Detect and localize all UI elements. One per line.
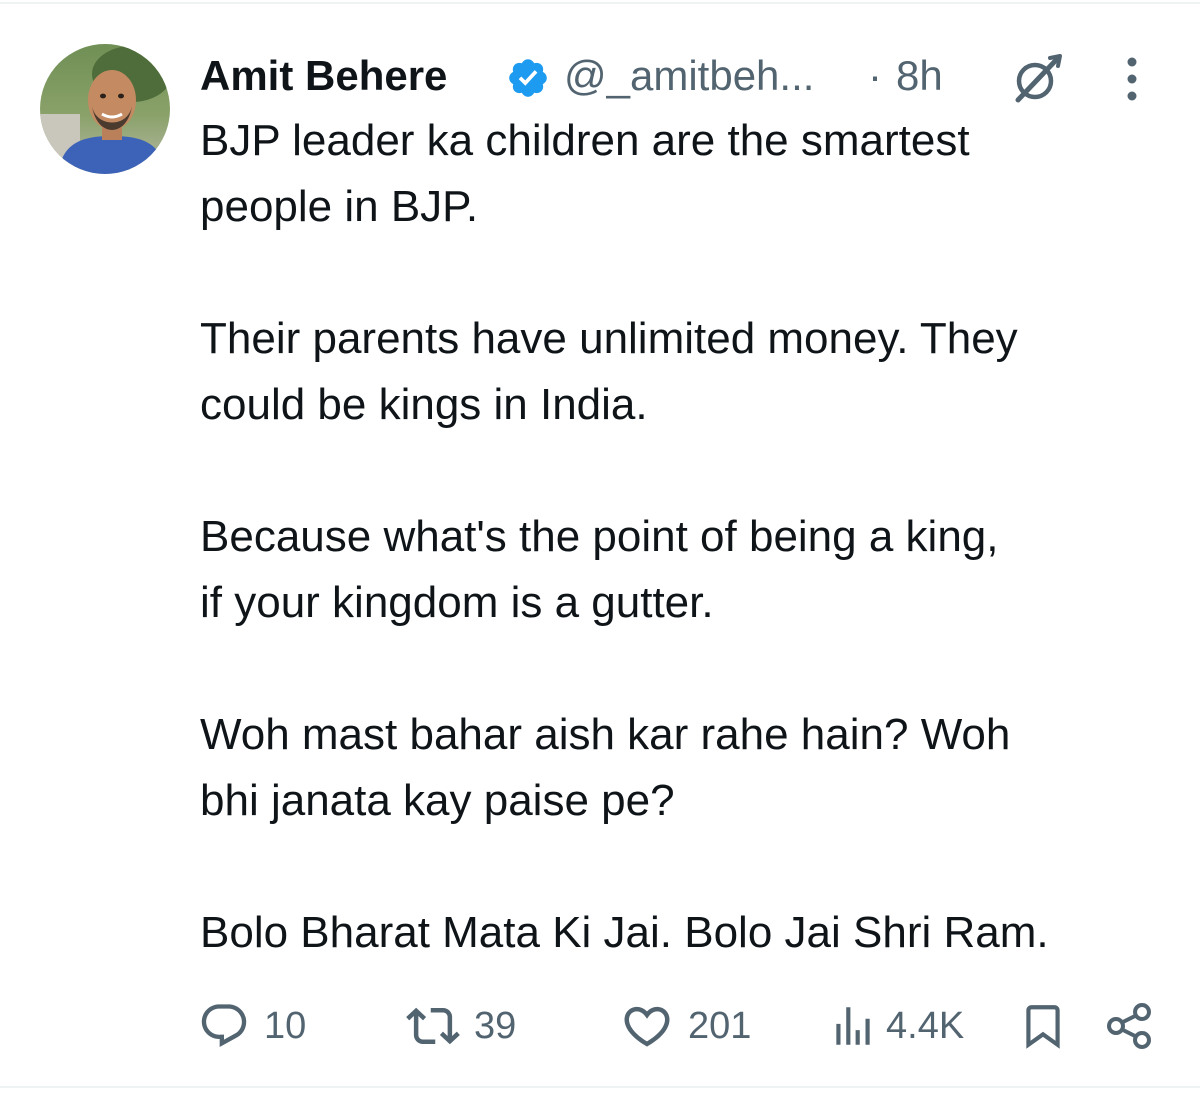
like-button[interactable]: 201 — [620, 996, 751, 1056]
reply-button[interactable]: 10 — [198, 996, 306, 1056]
author-handle[interactable]: @_amitbeh... — [564, 52, 814, 100]
bookmark-icon — [1018, 1000, 1068, 1052]
like-count: 201 — [688, 1005, 752, 1047]
tweet-paragraph: Their parents have unlimited money. They… — [200, 314, 1018, 429]
repost-button[interactable]: 39 — [406, 996, 516, 1056]
share-icon — [1104, 1000, 1156, 1052]
tweet-header: Amit Behere @_amitbeh... · 8h — [200, 48, 1160, 104]
more-icon[interactable] — [1120, 54, 1144, 104]
views-button[interactable]: 4.4K — [828, 996, 964, 1056]
avatar-photo — [40, 44, 170, 174]
author-display-name[interactable]: Amit Behere — [200, 52, 447, 100]
tweet-actions: 10 39 201 4.4K — [198, 996, 1168, 1056]
reply-icon — [198, 1000, 250, 1052]
tweet-paragraph: Because what's the point of being a king… — [200, 512, 999, 627]
tweet-text: BJP leader ka children are the smartest … — [200, 108, 1160, 966]
separator-dot: · — [868, 52, 882, 99]
share-button[interactable] — [1104, 996, 1156, 1056]
tweet-paragraph: Woh mast bahar aish kar rahe hain? Woh b… — [200, 710, 1011, 825]
views-icon — [828, 1001, 878, 1051]
tweet-timestamp[interactable]: 8h — [896, 52, 943, 100]
repost-count: 39 — [474, 1005, 517, 1047]
top-divider — [0, 2, 1200, 4]
bookmark-button[interactable] — [1018, 996, 1068, 1056]
grok-icon[interactable] — [1008, 50, 1066, 108]
repost-icon — [406, 999, 460, 1053]
avatar[interactable] — [40, 44, 170, 174]
views-count: 4.4K — [886, 1005, 965, 1047]
reply-count: 10 — [264, 1005, 307, 1047]
tweet-paragraph: Bolo Bharat Mata Ki Jai. Bolo Jai Shri R… — [200, 908, 1049, 957]
tweet-paragraph: BJP leader ka children are the smartest … — [200, 116, 970, 231]
bottom-divider — [0, 1086, 1200, 1088]
verified-badge-icon — [506, 56, 550, 100]
like-icon — [620, 999, 674, 1053]
